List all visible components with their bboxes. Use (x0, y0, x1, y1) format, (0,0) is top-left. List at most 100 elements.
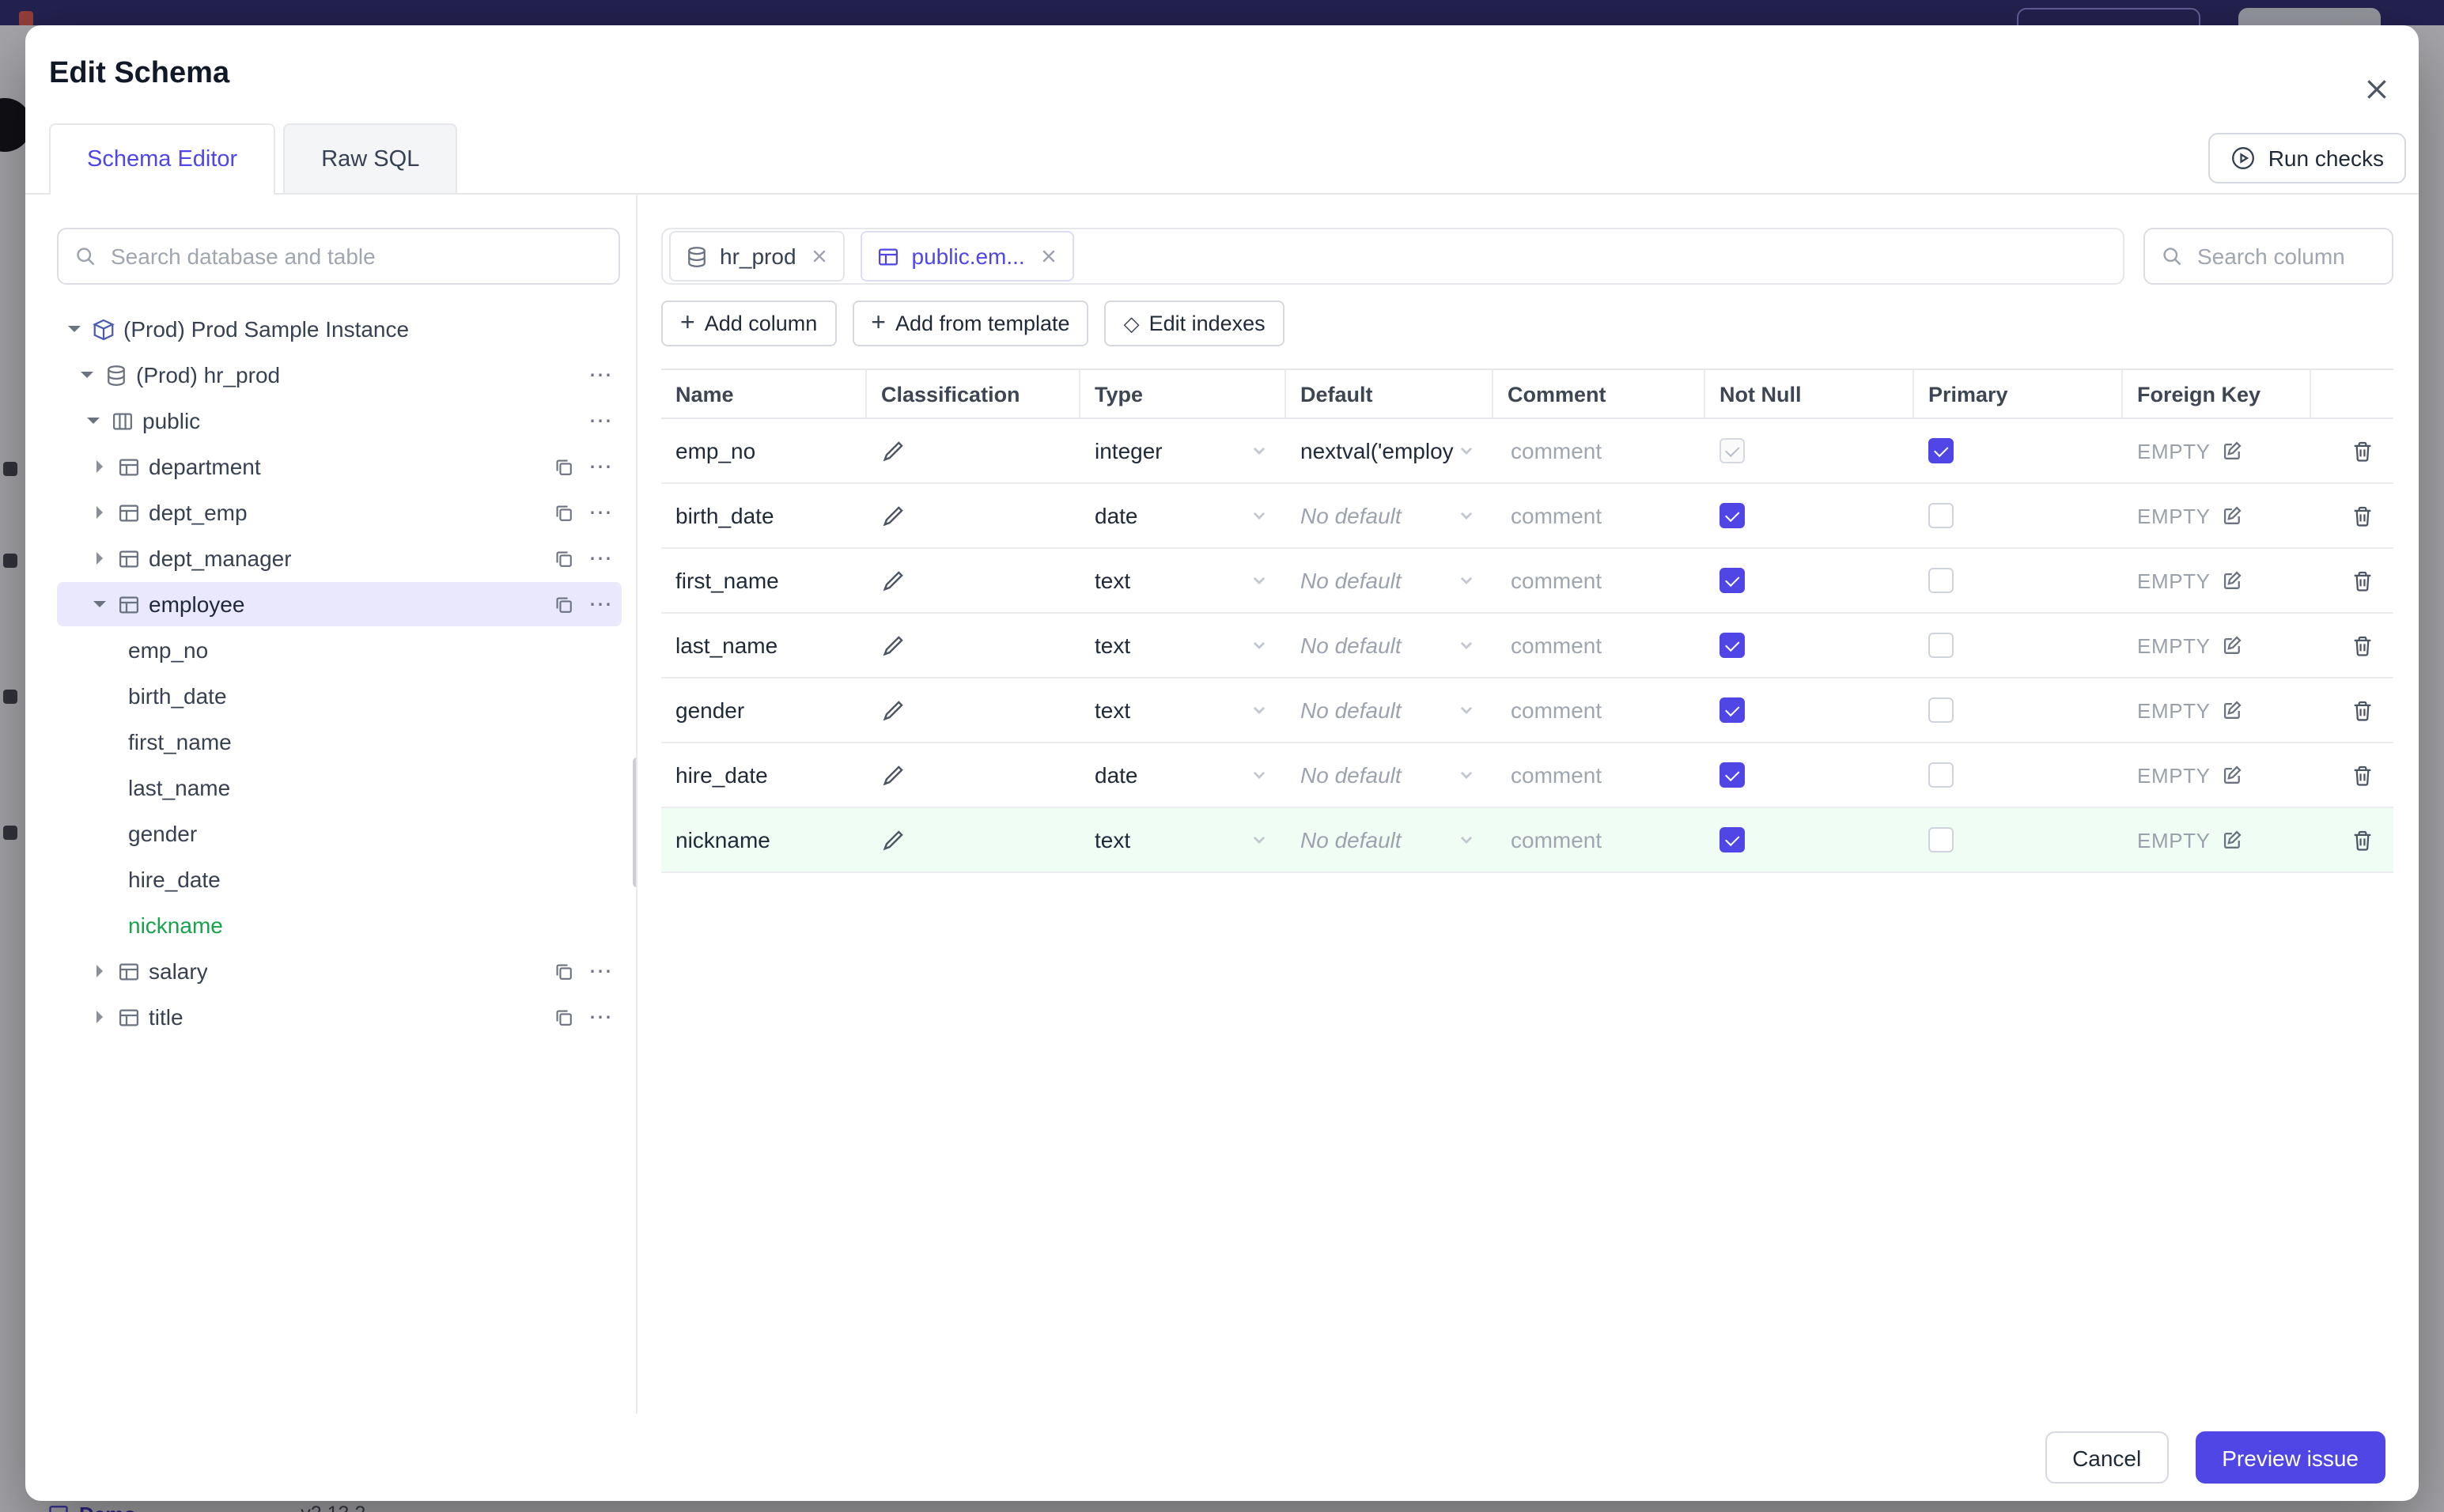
more-options-icon[interactable] (588, 501, 614, 524)
caret-right-icon[interactable] (89, 552, 109, 565)
primary-checkbox[interactable] (1928, 762, 1954, 788)
primary-checkbox[interactable] (1928, 568, 1954, 593)
copy-icon[interactable] (554, 1007, 574, 1027)
type-select[interactable]: text (1080, 614, 1286, 677)
comment-input[interactable] (1508, 501, 1688, 530)
run-checks-button[interactable]: Run checks (2208, 133, 2406, 183)
foreign-key-edit-icon[interactable] (2222, 569, 2244, 592)
tree-item-department[interactable]: department (57, 444, 622, 489)
more-options-icon[interactable] (588, 1005, 614, 1029)
foreign-key-edit-icon[interactable] (2222, 440, 2244, 462)
type-select[interactable]: text (1080, 679, 1286, 742)
tree-item-last-name[interactable]: last_name (57, 765, 622, 810)
copy-icon[interactable] (554, 594, 574, 614)
not-null-checkbox[interactable] (1720, 697, 1745, 723)
caret-right-icon[interactable] (89, 965, 109, 977)
caret-right-icon[interactable] (89, 506, 109, 519)
tree-scrollbar[interactable] (633, 758, 636, 887)
caret-down-icon[interactable] (63, 326, 84, 332)
caret-down-icon[interactable] (89, 601, 109, 607)
delete-column-icon[interactable] (2351, 763, 2374, 787)
type-select[interactable]: integer (1080, 419, 1286, 482)
default-select[interactable]: No default (1286, 549, 1493, 612)
cancel-button[interactable]: Cancel (2045, 1431, 2169, 1484)
foreign-key-edit-icon[interactable] (2222, 634, 2244, 656)
pencil-icon[interactable] (881, 698, 905, 722)
delete-column-icon[interactable] (2351, 698, 2374, 722)
primary-checkbox[interactable] (1928, 503, 1954, 528)
tree-item-employee[interactable]: employee (57, 582, 622, 626)
pencil-icon[interactable] (881, 763, 905, 787)
comment-input[interactable] (1508, 437, 1688, 465)
copy-icon[interactable] (554, 456, 574, 477)
close-icon[interactable] (2363, 76, 2390, 103)
preview-issue-button[interactable]: Preview issue (2195, 1431, 2385, 1484)
caret-right-icon[interactable] (89, 1011, 109, 1023)
default-select[interactable]: No default (1286, 743, 1493, 807)
delete-column-icon[interactable] (2351, 439, 2374, 463)
more-options-icon[interactable] (588, 592, 614, 616)
not-null-checkbox[interactable] (1720, 827, 1745, 852)
tree-item-birth-date[interactable]: birth_date (57, 674, 622, 718)
caret-down-icon[interactable] (76, 372, 96, 378)
pencil-icon[interactable] (881, 439, 905, 463)
column-name-cell[interactable]: gender (661, 679, 867, 742)
chip-hr-prod[interactable]: hr_prod (669, 231, 846, 282)
tree-item-gender[interactable]: gender (57, 811, 622, 856)
edit-indexes-button[interactable]: Edit indexes (1104, 301, 1284, 346)
close-chip-icon[interactable] (1039, 247, 1058, 266)
default-select[interactable]: nextval('employ (1286, 419, 1493, 482)
tree-item-hire-date[interactable]: hire_date (57, 857, 622, 902)
delete-column-icon[interactable] (2351, 633, 2374, 657)
delete-column-icon[interactable] (2351, 504, 2374, 527)
comment-input[interactable] (1508, 826, 1688, 854)
tree-item-dept-manager[interactable]: dept_manager (57, 536, 622, 580)
pencil-icon[interactable] (881, 828, 905, 852)
pencil-icon[interactable] (881, 504, 905, 527)
not-null-checkbox[interactable] (1720, 568, 1745, 593)
tab-raw-sql[interactable]: Raw SQL (283, 123, 458, 193)
type-select[interactable]: date (1080, 484, 1286, 547)
pencil-icon[interactable] (881, 569, 905, 592)
column-name-cell[interactable]: first_name (661, 549, 867, 612)
default-select[interactable]: No default (1286, 679, 1493, 742)
copy-icon[interactable] (554, 502, 574, 523)
type-select[interactable]: text (1080, 549, 1286, 612)
delete-column-icon[interactable] (2351, 569, 2374, 592)
more-options-icon[interactable] (588, 959, 614, 983)
column-name-cell[interactable]: nickname (661, 808, 867, 871)
column-name-cell[interactable]: birth_date (661, 484, 867, 547)
primary-checkbox[interactable] (1928, 633, 1954, 658)
more-options-icon[interactable] (588, 455, 614, 478)
tree-item-nickname[interactable]: nickname (57, 903, 622, 947)
tree-item-salary[interactable]: salary (57, 949, 622, 993)
close-chip-icon[interactable] (811, 247, 830, 266)
not-null-checkbox[interactable] (1720, 633, 1745, 658)
tree-item-emp-no[interactable]: emp_no (57, 628, 622, 672)
primary-checkbox[interactable] (1928, 438, 1954, 463)
more-options-icon[interactable] (588, 546, 614, 570)
comment-input[interactable] (1508, 566, 1688, 595)
not-null-checkbox[interactable] (1720, 762, 1745, 788)
primary-checkbox[interactable] (1928, 697, 1954, 723)
foreign-key-edit-icon[interactable] (2222, 505, 2244, 527)
default-select[interactable]: No default (1286, 808, 1493, 871)
comment-input[interactable] (1508, 761, 1688, 789)
tab-schema-editor[interactable]: Schema Editor (49, 123, 276, 195)
tree-item-dept-emp[interactable]: dept_emp (57, 490, 622, 535)
comment-input[interactable] (1508, 631, 1688, 660)
tree-item-public[interactable]: public (57, 399, 622, 443)
not-null-checkbox[interactable] (1720, 503, 1745, 528)
chip-public-employee[interactable]: public.em... (861, 231, 1074, 282)
add-from-template-button[interactable]: Add from template (852, 301, 1089, 346)
comment-input[interactable] (1508, 696, 1688, 724)
default-select[interactable]: No default (1286, 614, 1493, 677)
pencil-icon[interactable] (881, 633, 905, 657)
type-select[interactable]: text (1080, 808, 1286, 871)
delete-column-icon[interactable] (2351, 828, 2374, 852)
column-name-cell[interactable]: last_name (661, 614, 867, 677)
tree-item-first-name[interactable]: first_name (57, 720, 622, 764)
copy-icon[interactable] (554, 961, 574, 981)
copy-icon[interactable] (554, 548, 574, 569)
caret-right-icon[interactable] (89, 460, 109, 473)
